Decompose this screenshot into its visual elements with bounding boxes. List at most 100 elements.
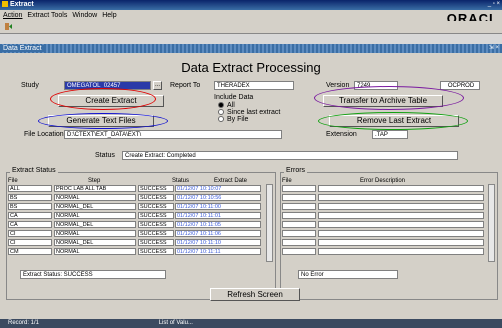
exit-door-icon[interactable]: [4, 23, 12, 30]
refresh-screen-button[interactable]: Refresh Screen: [210, 288, 300, 301]
record-indicator: Record: 1/1: [8, 320, 40, 326]
report-to-field[interactable]: THERADEX: [214, 81, 294, 90]
cell-error-description[interactable]: [318, 212, 484, 219]
cell-error-description[interactable]: [318, 221, 484, 228]
transfer-archive-highlight: [314, 86, 464, 110]
create-extract-highlight: [50, 88, 156, 110]
cell-status[interactable]: SUCCESS: [138, 239, 174, 246]
cell-status[interactable]: SUCCESS: [138, 194, 174, 201]
status-label: Status: [95, 152, 115, 159]
cell-status[interactable]: SUCCESS: [138, 212, 174, 219]
cell-status[interactable]: SUCCESS: [138, 185, 174, 192]
cell-extract-date[interactable]: 01/12/07 10:10:56: [175, 194, 261, 201]
cell-status[interactable]: SUCCESS: [138, 221, 174, 228]
cell-error-file[interactable]: [282, 239, 316, 246]
cell-extract-date[interactable]: 01/12/07 10:11:06: [175, 230, 261, 237]
cell-file[interactable]: CA: [8, 212, 52, 219]
remove-last-extract-highlight: [318, 112, 468, 130]
cell-extract-date[interactable]: 01/12/07 10:11:00: [175, 203, 261, 210]
generate-text-files-highlight: [38, 113, 168, 129]
menu-action[interactable]: Action: [3, 12, 22, 19]
cell-step[interactable]: NORMAL: [54, 230, 136, 237]
cell-status[interactable]: SUCCESS: [138, 203, 174, 210]
cell-step[interactable]: NORMAL_DEL: [54, 239, 136, 246]
extract-status-summary: Extract Status: SUCCESS: [20, 270, 166, 279]
cell-extract-date[interactable]: 01/12/07 10:11:11: [175, 248, 261, 255]
cell-error-description[interactable]: [318, 248, 484, 255]
errors-scrollbar[interactable]: [488, 184, 495, 262]
app-icon: [2, 1, 8, 8]
errors-summary: No Error: [298, 270, 398, 279]
include-option-since-last-label: Since last extract: [227, 109, 281, 116]
cell-file[interactable]: BS: [8, 203, 52, 210]
include-data-label: Include Data: [214, 94, 254, 101]
study-lov-button[interactable]: ...: [153, 81, 162, 90]
cell-error-description[interactable]: [318, 203, 484, 210]
radio-all-icon[interactable]: [218, 102, 224, 109]
include-option-since-last[interactable]: Since last extract: [218, 109, 280, 116]
cell-error-file[interactable]: [282, 230, 316, 237]
col-extract-date-header: Extract Date: [214, 178, 248, 184]
cell-error-description[interactable]: [318, 239, 484, 246]
include-option-all[interactable]: All: [218, 102, 235, 109]
cell-status[interactable]: SUCCESS: [138, 230, 174, 237]
radio-since-last-icon[interactable]: [218, 109, 224, 116]
cell-error-description[interactable]: [318, 185, 484, 192]
toolbar: [0, 21, 502, 34]
include-option-by-file-label: By File: [227, 116, 249, 123]
cell-file[interactable]: ALL: [8, 185, 52, 192]
menu-help[interactable]: Help: [102, 12, 116, 19]
cell-step[interactable]: NORMAL: [54, 212, 136, 219]
window-controls[interactable]: _ ▫ ×: [488, 1, 500, 7]
cell-error-description[interactable]: [318, 194, 484, 201]
extract-status-title: Extract Status: [10, 167, 58, 174]
cell-step[interactable]: NORMAL: [54, 248, 136, 255]
cell-step[interactable]: NORMAL_DEL: [54, 221, 136, 228]
cell-status[interactable]: SUCCESS: [138, 248, 174, 255]
cell-file[interactable]: CA: [8, 221, 52, 228]
cell-step[interactable]: NORMAL: [54, 194, 136, 201]
page-title: Data Extract Processing: [181, 60, 321, 75]
cell-extract-date[interactable]: 01/12/07 10:10:07: [175, 185, 261, 192]
cell-file[interactable]: CI: [8, 230, 52, 237]
radio-by-file-icon[interactable]: [218, 116, 224, 123]
col-status-header: Status: [172, 178, 190, 184]
errors-title: Errors: [284, 167, 308, 174]
extension-field[interactable]: .TAP: [372, 130, 408, 139]
inner-window-title-bar: Data Extract: [0, 44, 502, 53]
menu-window[interactable]: Window: [72, 12, 97, 19]
cell-extract-date[interactable]: 01/12/07 10:11:05: [175, 221, 261, 228]
file-location-field[interactable]: D:\CTEXT\EXT_DATA\EXT\: [64, 130, 282, 139]
cell-error-file[interactable]: [282, 248, 316, 255]
cell-step[interactable]: NORMAL_DEL: [54, 203, 136, 210]
status-bar: Record: 1/1 List of Valu...: [0, 319, 502, 328]
menu-bar: Action Extract Tools Window Help: [0, 10, 502, 21]
cell-error-description[interactable]: [318, 230, 484, 237]
lov-hint: List of Valu...: [158, 320, 193, 326]
cell-file[interactable]: CM: [8, 248, 52, 255]
cell-error-file[interactable]: [282, 185, 316, 192]
extension-label: Extension: [326, 131, 357, 138]
cell-error-file[interactable]: [282, 203, 316, 210]
file-location-label: File Location: [24, 131, 64, 138]
window-title: Extract: [10, 1, 34, 8]
cell-error-file[interactable]: [282, 194, 316, 201]
cell-error-file[interactable]: [282, 212, 316, 219]
col-step-header: Step: [88, 178, 101, 184]
inner-window-controls[interactable]: ⇲ ×: [489, 44, 499, 53]
menu-extract-tools[interactable]: Extract Tools: [27, 12, 67, 19]
study-label: Study: [21, 82, 39, 89]
col-error-description-header: Error Description: [360, 178, 406, 184]
cell-file[interactable]: CI: [8, 239, 52, 246]
cell-extract-date[interactable]: 01/12/07 10:11:10: [175, 239, 261, 246]
cell-step[interactable]: PROC LAB ALL TAB: [54, 185, 136, 192]
include-option-by-file[interactable]: By File: [218, 116, 248, 123]
col-error-file-header: File: [282, 178, 292, 184]
cell-file[interactable]: BS: [8, 194, 52, 201]
cell-error-file[interactable]: [282, 221, 316, 228]
cell-extract-date[interactable]: 01/12/07 10:11:01: [175, 212, 261, 219]
extract-status-scrollbar[interactable]: [266, 184, 273, 262]
col-file-header: File: [8, 178, 18, 184]
inner-window-title: Data Extract: [0, 45, 45, 52]
window-title-bar: Extract: [0, 0, 502, 10]
